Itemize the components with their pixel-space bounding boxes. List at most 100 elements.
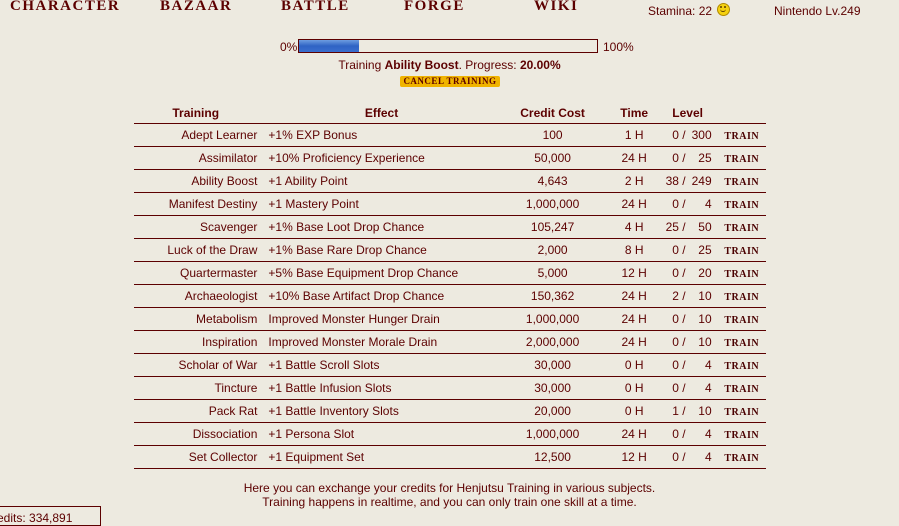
header-time: Time <box>620 106 649 120</box>
training-cost: 5,000 <box>494 261 611 285</box>
training-status-prefix: Training <box>338 58 385 72</box>
training-name: Inspiration <box>134 330 264 354</box>
level-current: 0 / <box>672 128 686 142</box>
train-button[interactable]: TRAIN <box>724 292 759 303</box>
training-cost: 20,000 <box>494 399 611 423</box>
train-cell: TRAIN <box>717 215 766 239</box>
level-current: 0 / <box>672 197 686 211</box>
training-time: 2 H <box>610 169 658 193</box>
train-button[interactable]: TRAIN <box>724 361 759 372</box>
train-cell: TRAIN <box>717 169 766 193</box>
stamina-indicator: Stamina: 22 <box>648 3 731 18</box>
nav-battle[interactable]: BATTLE <box>281 0 350 15</box>
table-row: Manifest Destiny +1 Mastery Point 1,000,00… <box>134 192 766 216</box>
training-time: 24 H <box>610 330 658 354</box>
header-level: Level <box>672 106 703 120</box>
footer-line-2: Training happens in realtime, and you ca… <box>262 495 637 509</box>
credits-balance: edits: 334,891 <box>0 506 101 526</box>
cancel-training-button[interactable]: CANCEL TRAINING <box>400 76 500 87</box>
training-effect: +1 Mastery Point <box>263 192 495 216</box>
level-max: 25 <box>698 151 712 165</box>
level-current: 0 / <box>672 243 686 257</box>
train-cell: TRAIN <box>717 353 766 377</box>
train-cell: TRAIN <box>717 330 766 354</box>
train-button[interactable]: TRAIN <box>724 200 759 211</box>
level-current: 2 / <box>672 289 686 303</box>
table-row: Luck of the Draw +1% Base Rare Drop Chanc… <box>134 238 766 262</box>
training-effect: +1% Base Loot Drop Chance <box>263 215 495 239</box>
training-time: 12 H <box>610 445 658 469</box>
stamina-label: Stamina: 22 <box>648 4 713 18</box>
training-time: 0 H <box>610 353 658 377</box>
training-effect: +1 Battle Infusion Slots <box>263 376 495 400</box>
training-percent: 20.00% <box>519 58 561 72</box>
table-row: Tincture +1 Battle Infusion Slots 30,000 0 … <box>134 376 766 400</box>
top-nav: CHARACTER BAZAAR BATTLE FORGE WIKI Stami… <box>0 0 899 18</box>
smiley-icon <box>717 3 731 16</box>
training-cost: 30,000 <box>494 353 611 377</box>
train-cell: TRAIN <box>717 123 766 147</box>
training-name: Dissociation <box>134 422 264 446</box>
training-time: 24 H <box>610 284 658 308</box>
train-button[interactable]: TRAIN <box>724 453 759 464</box>
table-row: Quartermaster +5% Base Equipment Drop Cha… <box>134 261 766 285</box>
train-button[interactable]: TRAIN <box>724 177 759 188</box>
training-time: 0 H <box>610 376 658 400</box>
train-cell: TRAIN <box>717 261 766 285</box>
train-button[interactable]: TRAIN <box>724 315 759 326</box>
training-name: Pack Rat <box>134 399 264 423</box>
training-level: 2 / 10 <box>657 284 718 308</box>
training-cost: 1,000,000 <box>494 307 611 331</box>
training-effect: +1 Battle Inventory Slots <box>263 399 495 423</box>
training-name: Ability Boost <box>134 169 264 193</box>
training-cost: 12,500 <box>494 445 611 469</box>
train-cell: TRAIN <box>717 307 766 331</box>
level-current: 0 / <box>672 312 686 326</box>
train-button[interactable]: TRAIN <box>724 269 759 280</box>
training-level: 0 / 4 <box>657 422 718 446</box>
nav-wiki[interactable]: WIKI <box>534 0 578 15</box>
training-effect: Improved Monster Morale Drain <box>263 330 495 354</box>
level-current: 1 / <box>672 404 686 418</box>
training-name: Assimilator <box>134 146 264 170</box>
training-effect: +1 Ability Point <box>263 169 495 193</box>
level-max: 4 <box>704 381 712 395</box>
level-current: 0 / <box>672 450 686 464</box>
train-button[interactable]: TRAIN <box>724 223 759 234</box>
header-training: Training <box>172 106 220 120</box>
nav-bazaar[interactable]: BAZAAR <box>160 0 232 15</box>
training-status-text: Training Ability Boost. Progress: 20.00% <box>0 58 899 72</box>
training-time: 24 H <box>610 422 658 446</box>
train-button[interactable]: TRAIN <box>724 407 759 418</box>
train-button[interactable]: TRAIN <box>724 246 759 257</box>
training-name: Archaeologist <box>134 284 264 308</box>
training-name: Tincture <box>134 376 264 400</box>
train-button[interactable]: TRAIN <box>724 384 759 395</box>
training-name: Manifest Destiny <box>134 192 264 216</box>
train-button[interactable]: TRAIN <box>724 430 759 441</box>
level-max: 50 <box>698 220 712 234</box>
training-name: Scholar of War <box>134 353 264 377</box>
train-cell: TRAIN <box>717 284 766 308</box>
training-time: 4 H <box>610 215 658 239</box>
train-button[interactable]: TRAIN <box>724 338 759 349</box>
train-button[interactable]: TRAIN <box>724 131 759 142</box>
train-button[interactable]: TRAIN <box>724 154 759 165</box>
nav-forge[interactable]: FORGE <box>404 0 465 15</box>
train-cell: TRAIN <box>717 445 766 469</box>
training-level: 1 / 10 <box>657 399 718 423</box>
training-progress: 0% 100% Training Ability Boost. Progress… <box>0 38 899 98</box>
training-effect: +1% Base Rare Drop Chance <box>263 238 495 262</box>
training-name: Metabolism <box>134 307 264 331</box>
training-time: 0 H <box>610 399 658 423</box>
training-effect: +10% Base Artifact Drop Chance <box>263 284 495 308</box>
progress-max-label: 100% <box>603 40 634 54</box>
level-max: 10 <box>698 335 712 349</box>
level-current: 0 / <box>672 266 686 280</box>
level-max: 249 <box>691 174 712 188</box>
training-level: 0 / 300 <box>657 123 718 147</box>
table-row: Scavenger +1% Base Loot Drop Chance 105,24… <box>134 215 766 239</box>
nav-character[interactable]: CHARACTER <box>10 0 120 15</box>
training-level: 0 / 20 <box>657 261 718 285</box>
level-max: 4 <box>704 450 712 464</box>
